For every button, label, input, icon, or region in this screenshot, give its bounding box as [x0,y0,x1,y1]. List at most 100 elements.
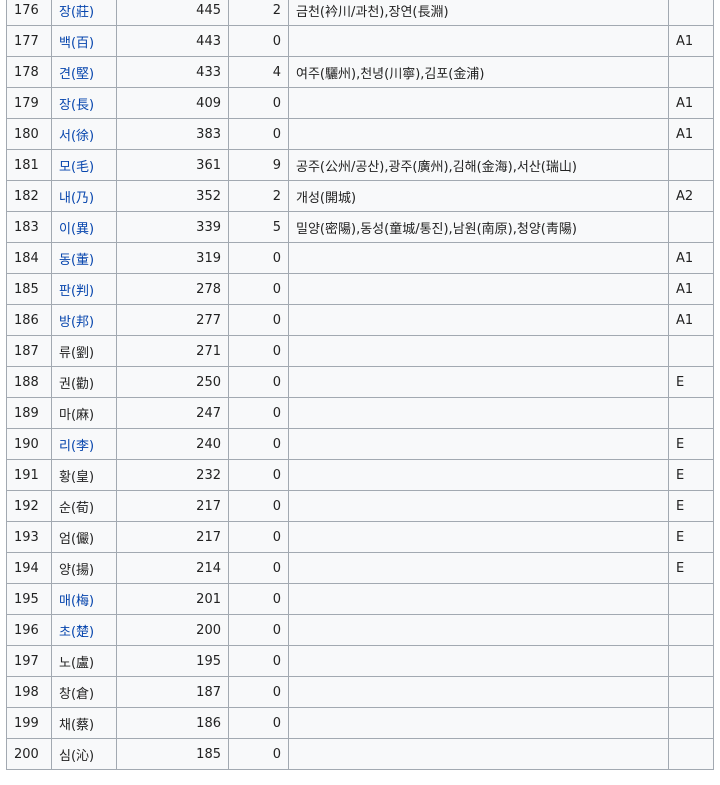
surname-link[interactable]: 매(梅) [59,594,94,609]
surname-link[interactable]: 백(百) [59,36,94,51]
surname-cell: 견(堅) [51,56,117,88]
clan-seats-cell [288,273,669,305]
surname-cell: 창(倉) [51,676,117,708]
clan-seats-cell [288,645,669,677]
rank-cell: 181 [6,149,52,181]
surname-cell: 방(邦) [51,304,117,336]
rank-cell: 198 [6,676,52,708]
rank-cell: 179 [6,87,52,119]
table-row: 176 장(莊) 445 2 금천(衿川/과천),장연(長淵) [6,0,714,26]
clan-seats-cell [288,428,669,460]
surname-text: 노(盧) [59,655,95,671]
grade-cell: E [668,552,714,584]
surname-link[interactable]: 이(異) [59,222,94,237]
surname-cell: 순(荀) [51,490,117,522]
rank-cell: 192 [6,490,52,522]
rank-cell: 186 [6,304,52,336]
surname-link[interactable]: 장(莊) [59,5,94,20]
clan-seats-cell [288,521,669,553]
population-cell: 232 [116,459,229,491]
surname-cell: 모(毛) [51,149,117,181]
surname-table: 176 장(莊) 445 2 금천(衿川/과천),장연(長淵) 177 백(百) 443 0 A1… [6,0,714,770]
table-row: 177 백(百) 443 0 A1 [6,25,714,57]
table-row: 193 엄(儼) 217 0 E [6,521,714,553]
population-cell: 277 [116,304,229,336]
clan-seats-cell [288,552,669,584]
rank-cell: 188 [6,366,52,398]
surname-link[interactable]: 서(徐) [59,129,94,144]
surname-cell: 내(乃) [51,180,117,212]
clan-seats-cell: 공주(公州/공산),광주(廣州),김해(金海),서산(瑞山) [288,149,669,181]
population-cell: 217 [116,490,229,522]
population-cell: 186 [116,707,229,739]
surname-table-body: 176 장(莊) 445 2 금천(衿川/과천),장연(長淵) 177 백(百) 443 0 A1… [6,0,714,770]
table-row: 186 방(邦) 277 0 A1 [6,304,714,336]
surname-cell: 권(勸) [51,366,117,398]
surname-link[interactable]: 모(毛) [59,160,94,175]
clan-count-cell: 0 [228,25,289,57]
surname-cell: 류(劉) [51,335,117,367]
surname-link[interactable]: 방(邦) [59,315,94,330]
table-row: 182 내(乃) 352 2 개성(開城) A2 [6,180,714,212]
grade-cell: A1 [668,242,714,274]
surname-cell: 초(楚) [51,614,117,646]
grade-cell [668,0,714,26]
clan-seats-cell [288,87,669,119]
clan-seats-cell [288,366,669,398]
clan-seats-cell [288,304,669,336]
grade-cell [668,707,714,739]
table-row: 184 동(董) 319 0 A1 [6,242,714,274]
rank-cell: 177 [6,25,52,57]
population-cell: 200 [116,614,229,646]
table-row: 183 이(異) 339 5 밀양(密陽),동성(童城/통진),남원(南原),청양(靑陽… [6,211,714,243]
clan-seats-cell [288,490,669,522]
surname-cell: 노(盧) [51,645,117,677]
surname-text: 황(皇) [59,469,95,485]
population-cell: 433 [116,56,229,88]
surname-text: 양(揚) [59,562,95,578]
surname-link[interactable]: 견(堅) [59,67,94,82]
clan-count-cell: 0 [228,273,289,305]
grade-cell: A1 [668,273,714,305]
surname-cell: 채(蔡) [51,707,117,739]
surname-link[interactable]: 장(長) [59,98,94,113]
table-row: 200 심(沁) 185 0 [6,738,714,770]
table-row: 189 마(麻) 247 0 [6,397,714,429]
clan-count-cell: 2 [228,0,289,26]
clan-seats-cell [288,707,669,739]
surname-cell: 장(莊) [51,0,117,26]
surname-link[interactable]: 판(判) [59,284,94,299]
grade-cell: A1 [668,25,714,57]
surname-cell: 판(判) [51,273,117,305]
rank-cell: 189 [6,397,52,429]
rank-cell: 199 [6,707,52,739]
surname-text: 채(蔡) [59,717,95,733]
rank-cell: 178 [6,56,52,88]
population-cell: 195 [116,645,229,677]
surname-text: 심(沁) [59,748,95,764]
clan-count-cell: 2 [228,180,289,212]
clan-count-cell: 0 [228,614,289,646]
surname-link[interactable]: 초(楚) [59,625,94,640]
clan-seats-cell: 금천(衿川/과천),장연(長淵) [288,0,669,26]
surname-link[interactable]: 내(乃) [59,191,94,206]
surname-cell: 동(董) [51,242,117,274]
clan-count-cell: 0 [228,459,289,491]
table-row: 185 판(判) 278 0 A1 [6,273,714,305]
clan-seats-cell: 밀양(密陽),동성(童城/통진),남원(南原),청양(靑陽) [288,211,669,243]
surname-link[interactable]: 동(董) [59,253,94,268]
population-cell: 319 [116,242,229,274]
clan-count-cell: 9 [228,149,289,181]
clan-seats-cell [288,583,669,615]
clan-count-cell: 0 [228,335,289,367]
grade-cell [668,335,714,367]
surname-cell: 엄(儼) [51,521,117,553]
clan-count-cell: 0 [228,397,289,429]
rank-cell: 190 [6,428,52,460]
table-row: 197 노(盧) 195 0 [6,645,714,677]
population-cell: 250 [116,366,229,398]
rank-cell: 200 [6,738,52,770]
clan-seats-cell [288,335,669,367]
surname-link[interactable]: 리(李) [59,439,94,454]
grade-cell [668,56,714,88]
